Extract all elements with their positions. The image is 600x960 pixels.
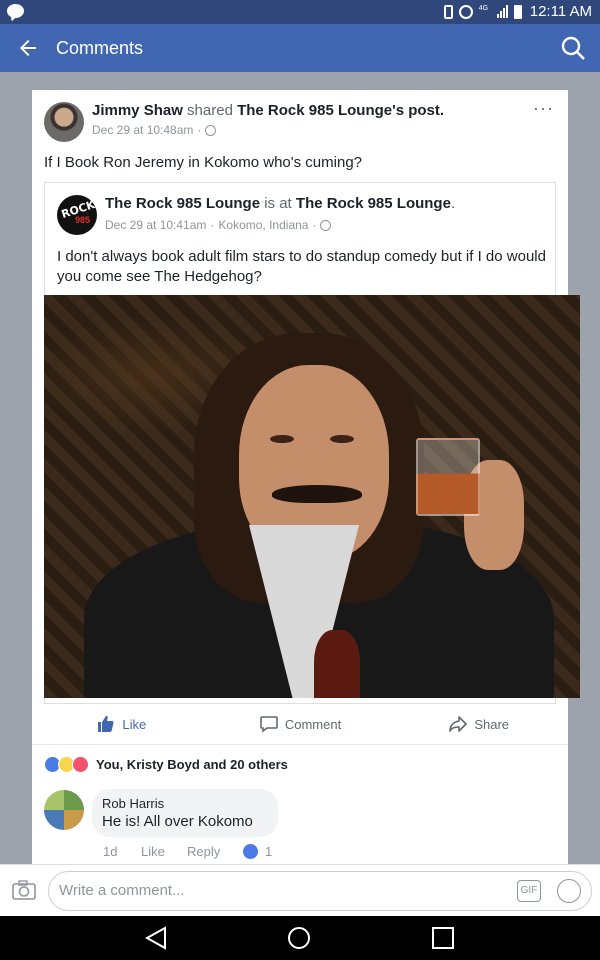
back-arrow-icon[interactable]	[16, 36, 40, 60]
photo-bottle	[314, 630, 360, 698]
comment-reply-button[interactable]: Reply	[187, 844, 243, 859]
post-card: Jimmy Shaw shared The Rock 985 Lounge's …	[32, 90, 580, 865]
comment-composer: GIF	[0, 864, 600, 916]
alarm-icon	[458, 4, 473, 19]
comment-time: 1d	[103, 844, 118, 859]
comment-input[interactable]	[59, 882, 499, 899]
messenger-bubble-icon	[7, 4, 24, 18]
comment-text: He is! All over Kokomo	[102, 813, 253, 830]
divider	[32, 744, 568, 745]
app-bar: Comments	[0, 24, 600, 72]
reactions-text: You, Kristy Boyd and 20 others	[96, 757, 288, 772]
post-meta: Dec 29 at 10:48am ·	[92, 123, 217, 137]
comment-like-button[interactable]: Like	[141, 844, 187, 859]
status-time: 12:11 AM	[529, 3, 592, 20]
status-icons: 4G 12:11 AM	[443, 3, 592, 20]
comment-input-wrapper: GIF	[48, 871, 592, 911]
recents-square-icon[interactable]	[430, 926, 456, 950]
shared-from-page[interactable]: The Rock 985 Lounge	[237, 102, 392, 119]
reaction-icons	[44, 756, 89, 773]
love-reaction-icon	[72, 756, 89, 773]
comment-author[interactable]: Rob Harris	[102, 796, 268, 811]
share-icon	[449, 716, 468, 732]
share-label: Share	[474, 716, 510, 732]
place-suffix: .	[450, 195, 456, 212]
gif-button[interactable]: GIF	[517, 880, 541, 902]
photo-mustache	[272, 485, 362, 503]
back-triangle-icon[interactable]	[143, 926, 169, 950]
avatar[interactable]	[44, 102, 84, 142]
avatar-logo-subtext: 985	[75, 215, 91, 225]
post-actions: Like Comment Share	[32, 704, 568, 744]
post-text: If I Book Ron Jeremy in Kokomo who's cum…	[44, 154, 363, 171]
globe-icon	[205, 124, 217, 136]
shared-post[interactable]: ROCK 985 The Rock 985 Lounge is at The R…	[44, 182, 580, 704]
comment-actions: 1d Like Reply 1	[103, 844, 272, 859]
more-options-icon[interactable]: ···	[533, 98, 554, 119]
post-photo[interactable]	[44, 295, 580, 698]
camera-icon[interactable]	[12, 880, 36, 900]
meta-dot: ·	[197, 123, 202, 137]
photo-eye	[270, 435, 294, 443]
thumbs-up-icon	[98, 716, 114, 732]
navigation-bar	[0, 916, 600, 960]
is-at-text: is at	[260, 195, 296, 212]
shared-post-location[interactable]: Kokomo, Indiana	[218, 218, 308, 232]
search-icon[interactable]	[560, 35, 586, 61]
shared-post-text: I don't always book adult film stars to …	[57, 248, 546, 285]
post-author[interactable]: Jimmy Shaw	[92, 102, 183, 119]
shared-place-name[interactable]: The Rock 985 Lounge	[296, 195, 451, 212]
globe-icon	[320, 219, 332, 231]
reactions-summary[interactable]: You, Kristy Boyd and 20 others	[44, 756, 288, 773]
comment-label: Comment	[284, 716, 342, 732]
emoji-icon[interactable]	[557, 879, 581, 903]
photo-eye	[330, 435, 354, 443]
shared-suffix: 's post.	[392, 102, 445, 119]
page-title: Comments	[56, 38, 144, 58]
shared-page-name[interactable]: The Rock 985 Lounge	[105, 195, 260, 212]
share-button[interactable]: Share	[389, 714, 568, 734]
network-type-label: 4G	[478, 4, 489, 12]
meta-dot: ·	[210, 218, 215, 232]
like-button[interactable]: Like	[32, 714, 211, 734]
signal-icon	[496, 5, 508, 18]
vibrate-icon	[443, 4, 453, 19]
post-date[interactable]: Dec 29 at 10:48am	[92, 123, 193, 137]
photo-whiskey-glass	[416, 438, 480, 516]
like-label: Like	[122, 716, 147, 732]
comment-icon	[260, 716, 278, 733]
shared-post-date[interactable]: Dec 29 at 10:41am	[105, 218, 206, 232]
shared-post-header: The Rock 985 Lounge is at The Rock 985 L…	[105, 195, 455, 212]
meta-dot: ·	[312, 218, 317, 232]
battery-icon	[513, 4, 522, 19]
shared-post-meta: Dec 29 at 10:41am · Kokomo, Indiana ·	[105, 218, 332, 232]
avatar[interactable]: ROCK 985	[57, 195, 97, 235]
status-bar: 4G 12:11 AM	[0, 0, 600, 24]
post-header: Jimmy Shaw shared The Rock 985 Lounge's …	[92, 102, 444, 119]
comment-like-count[interactable]: 1	[265, 844, 272, 859]
post-action-text: shared	[182, 102, 238, 119]
home-circle-icon[interactable]	[286, 926, 312, 950]
comment-bubble[interactable]: Rob Harris He is! All over Kokomo	[92, 789, 278, 837]
comment-button[interactable]: Comment	[211, 714, 390, 734]
avatar[interactable]	[44, 790, 84, 830]
like-reaction-icon	[243, 844, 258, 859]
